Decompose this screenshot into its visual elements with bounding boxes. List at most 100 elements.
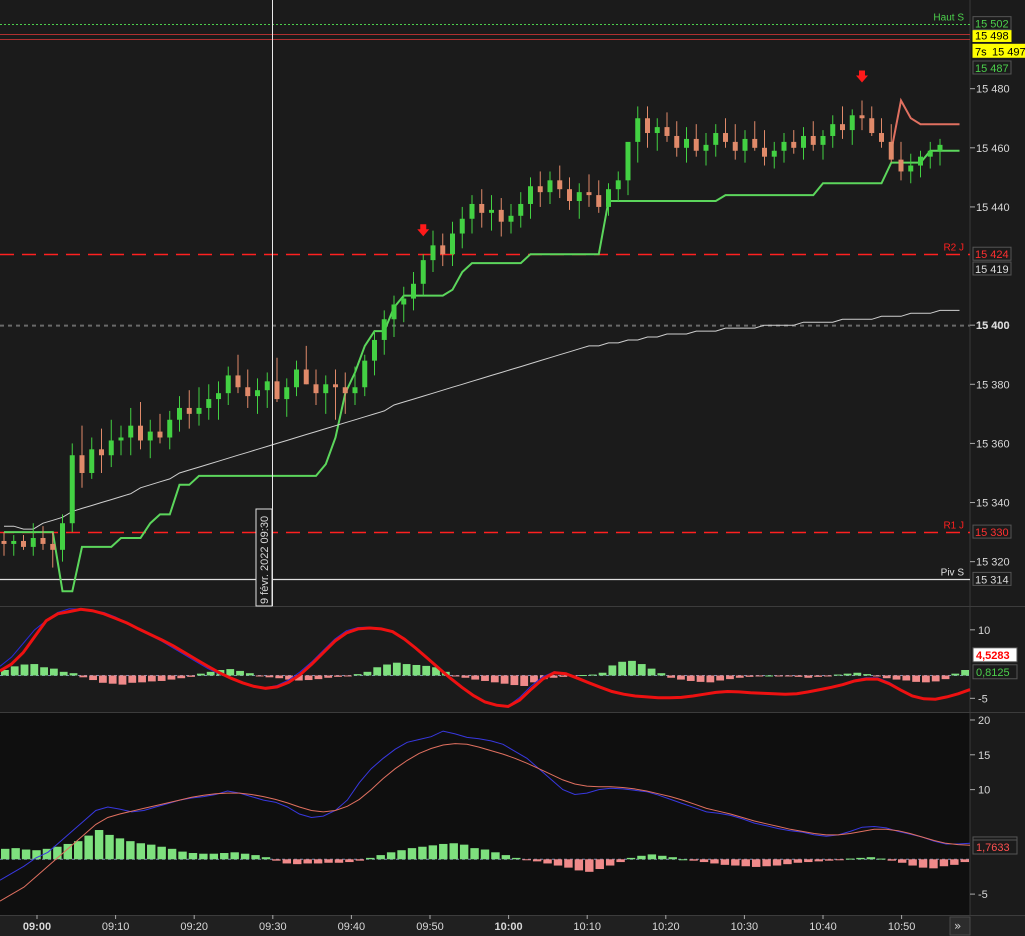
macd-hist-bar-40 <box>392 662 401 676</box>
macd-hist-bar-15 <box>147 675 156 682</box>
osc-hist-bar-24 <box>251 855 260 860</box>
macd-hist-bar-51 <box>500 675 509 684</box>
osc-hist-bar-0 <box>1 848 10 860</box>
level-label-1: R2 J <box>943 243 964 254</box>
osc-hist-bar-73 <box>762 859 771 867</box>
candle-body-8 <box>79 455 85 473</box>
candle-body-5 <box>50 543 56 550</box>
candle-body-65 <box>635 118 641 142</box>
osc-hist-bar-9 <box>94 830 104 860</box>
candle-body-29 <box>284 387 290 400</box>
price-tick-label-6: 15 340 <box>976 498 1010 510</box>
candle-body-67 <box>654 127 660 134</box>
candle-body-76 <box>742 138 748 151</box>
macd-hist-bar-85 <box>833 674 842 676</box>
candle-body-35 <box>342 387 348 394</box>
osc-hist-bar-46 <box>480 849 490 860</box>
macd-hist-bar-4 <box>40 667 48 676</box>
candle-body-23 <box>225 375 231 394</box>
macd-hist-bar-10 <box>98 675 107 683</box>
candle-body-25 <box>245 387 251 397</box>
price-badge-text-1: 7s <box>975 46 987 58</box>
macd-badge-text-0: 4,5283 <box>976 650 1010 662</box>
candle-body-72 <box>703 144 709 151</box>
time-label-4: 09:40 <box>338 921 366 933</box>
macd-hist-bar-19 <box>187 675 195 677</box>
osc-hist-bar-76 <box>793 859 803 863</box>
candle-body-87 <box>849 115 855 131</box>
macd-hist-bar-7 <box>69 673 78 676</box>
candle-body-89 <box>869 118 875 134</box>
macd-hist-bar-47 <box>461 675 470 678</box>
macd-hist-bar-64 <box>628 660 636 676</box>
candle-body-38 <box>372 339 377 361</box>
osc-hist-bar-42 <box>439 843 448 860</box>
candle-body-54 <box>528 186 533 204</box>
candle-body-51 <box>498 209 504 222</box>
osc-hist-bar-74 <box>772 859 782 866</box>
candle-body-49 <box>479 203 485 213</box>
candle-body-58 <box>567 189 572 202</box>
candle-body-43 <box>420 260 426 284</box>
macd-badge-0: 4,5283 <box>972 647 1018 663</box>
osc-hist-bar-50 <box>522 859 531 861</box>
candle-body-27 <box>264 381 270 391</box>
osc-hist-bar-85 <box>887 859 896 861</box>
indicator1-panel-bg <box>0 607 970 712</box>
macd-hist-bar-84 <box>824 675 832 677</box>
osc-hist-bar-2 <box>21 849 31 860</box>
price-round-label: 15 400 <box>976 320 1010 332</box>
candle-body-6 <box>60 523 65 550</box>
osc-hist-bar-38 <box>397 850 406 860</box>
macd-hist-bar-71 <box>696 675 705 682</box>
candle-body-28 <box>274 381 280 400</box>
osc-hist-bar-80 <box>835 859 844 861</box>
osc-hist-bar-29 <box>303 859 312 864</box>
osc-hist-bar-51 <box>532 859 542 862</box>
osc-hist-bar-40 <box>418 846 427 860</box>
macd-hist-bar-46 <box>451 675 460 677</box>
price-tick-label-0: 15 480 <box>976 84 1010 96</box>
price-badge-3: 15 502 <box>972 16 1012 31</box>
osc-hist-bar-33 <box>345 859 354 863</box>
candle-body-40 <box>391 304 397 320</box>
time-label-0: 09:00 <box>23 921 51 933</box>
candle-body-34 <box>333 384 338 388</box>
macd-hist-bar-5 <box>49 668 58 676</box>
price-badge-4: 15 487 <box>972 60 1012 75</box>
candle-body-69 <box>674 135 680 148</box>
candle-body-86 <box>840 124 845 131</box>
osc-hist-bar-43 <box>449 843 458 860</box>
candle-body-26 <box>255 390 260 397</box>
candle-body-77 <box>752 138 758 148</box>
macd-hist-bar-3 <box>30 664 39 676</box>
osc-hist-bar-67 <box>699 859 709 863</box>
chart-canvas[interactable]: Haut S R2 J R1 J Piv S 15 480 15 460 15 440 15… <box>0 0 1025 936</box>
macd-hist-bar-21 <box>206 671 215 676</box>
macd-hist-bar-57 <box>559 675 568 677</box>
macd-hist-bar-70 <box>686 675 695 681</box>
osc-hist-bar-14 <box>147 844 156 860</box>
candle-body-11 <box>108 440 114 456</box>
candle-body-3 <box>30 538 36 547</box>
macd-hist-bar-75 <box>735 675 744 678</box>
osc-hist-bar-71 <box>741 859 750 867</box>
candle-body-13 <box>128 425 134 438</box>
osc-hist-bar-57 <box>595 859 604 870</box>
scroll-right-button[interactable]: » <box>949 916 971 936</box>
macd-hist-bar-96 <box>941 675 950 680</box>
price-tick-label-4: 15 380 <box>976 379 1010 391</box>
macd-hist-bar-81 <box>794 675 803 677</box>
macd-hist-bar-97 <box>951 673 960 676</box>
macd-hist-bar-25 <box>245 673 254 676</box>
macd-hist-bar-18 <box>177 675 186 679</box>
osc-hist-bar-89 <box>929 859 938 869</box>
macd-tick-label-1: -5 <box>978 693 988 705</box>
candle-body-82 <box>801 135 806 148</box>
macd-hist-bar-95 <box>931 675 940 682</box>
osc-hist-bar-21 <box>220 853 229 860</box>
price-badge-1: 7s <box>972 43 990 58</box>
price-badge-6: 15 419 <box>972 261 1012 276</box>
candle-body-20 <box>196 407 202 414</box>
macd-hist-bar-17 <box>167 675 176 680</box>
